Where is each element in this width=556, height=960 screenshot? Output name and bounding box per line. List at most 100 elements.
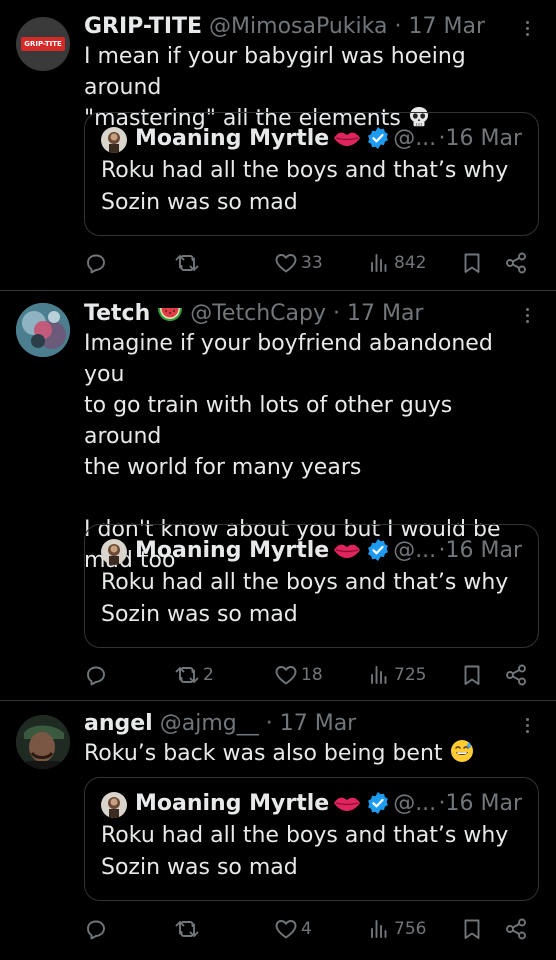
repost-button[interactable]: 2 (174, 660, 214, 690)
reply-button[interactable] (84, 660, 111, 690)
tweet-date[interactable]: 17 Mar (280, 711, 357, 736)
quoted-date-text: 16 Mar (445, 126, 523, 151)
tweet-header: Tetch @TetchCapy · 17 Mar (84, 300, 516, 328)
author-handle[interactable]: @ajmg__ (160, 711, 259, 736)
share-button[interactable] (504, 914, 528, 944)
verified-badge-icon (368, 127, 389, 149)
quoted-date: ·16 Mar (439, 535, 523, 567)
heart-icon (275, 254, 297, 273)
quoted-tweet[interactable]: Moaning Myrtle @... ·16 Mar Roku had all … (84, 777, 539, 901)
share-button[interactable] (504, 248, 528, 278)
avatar-tetch[interactable] (16, 303, 70, 357)
quoted-avatar[interactable] (101, 127, 127, 153)
bookmark-button[interactable] (460, 660, 484, 690)
quoted-handle: @... (393, 126, 437, 151)
author-name[interactable]: GRIP-TITE (84, 14, 202, 39)
views-count: 725 (394, 665, 427, 685)
lips-emoji (334, 544, 361, 558)
tweet-date[interactable]: 17 Mar (347, 301, 424, 326)
tweet-text-content: Roku’s back was also being bent (84, 741, 443, 766)
author-handle[interactable]: @TetchCapy (190, 301, 326, 326)
tweet-2[interactable]: Tetch @TetchCapy · 17 Mar Imagine if you… (0, 291, 556, 700)
reply-button[interactable] (84, 248, 111, 278)
quoted-tweet[interactable]: Moaning Myrtle @... ·16 Mar Roku had all … (84, 524, 539, 648)
quoted-tweet[interactable]: Moaning Myrtle @... ·16 Mar Roku had all … (84, 112, 539, 236)
views-icon (371, 666, 387, 684)
lips-emoji (334, 132, 361, 146)
separator-dot: · (265, 711, 273, 736)
quoted-avatar[interactable] (101, 792, 127, 818)
separator-dot: · (438, 791, 446, 816)
verified-badge-icon (368, 792, 389, 814)
verified-badge-icon (368, 539, 389, 561)
more-options-icon[interactable] (520, 18, 534, 40)
quoted-header: Moaning Myrtle @... ·16 Mar (135, 788, 524, 820)
quoted-author-name: Moaning Myrtle (135, 791, 330, 816)
more-options-icon[interactable] (520, 715, 534, 737)
share-button[interactable] (504, 660, 528, 690)
tweet-actions: 4 756 (84, 914, 534, 944)
bookmark-button[interactable] (460, 914, 484, 944)
tweet-3[interactable]: angel @ajmg__ · 17 Mar Roku’s back was a… (0, 701, 556, 960)
like-button[interactable]: 18 (274, 660, 323, 690)
like-count: 4 (301, 919, 312, 939)
separator-dot: · (394, 14, 402, 39)
tweet-text: Roku’s back was also being bent (84, 738, 536, 769)
bookmark-button[interactable] (460, 248, 484, 278)
views-button[interactable]: 756 (367, 914, 426, 944)
quoted-handle: @... (393, 538, 437, 563)
bookmark-icon (464, 253, 480, 273)
author-name[interactable]: angel (84, 711, 153, 736)
separator-dot: · (438, 538, 446, 563)
bookmark-icon (464, 919, 480, 939)
share-icon (506, 918, 526, 940)
author-handle[interactable]: @MimosaPukika (209, 14, 387, 39)
reply-icon (87, 920, 105, 940)
share-icon (506, 664, 526, 686)
quoted-author-name: Moaning Myrtle (135, 126, 330, 151)
tweet-actions: 33 842 (84, 248, 534, 278)
quoted-avatar[interactable] (101, 539, 127, 565)
quoted-text: Roku had all the boys and that’s why Soz… (101, 158, 509, 215)
quoted-text: Roku had all the boys and that’s why Soz… (101, 570, 509, 627)
watermelon-emoji (158, 308, 183, 321)
separator-dot: · (332, 301, 340, 326)
grinning-sweat-emoji (450, 740, 473, 762)
tweet-1[interactable]: GRIP-TITE GRIP-TITE @MimosaPukika · 17 M… (0, 0, 556, 290)
tweet-header: angel @ajmg__ · 17 Mar (84, 710, 516, 738)
heart-icon (275, 666, 297, 685)
views-icon (371, 920, 387, 938)
views-icon (371, 254, 387, 272)
repost-icon (175, 921, 199, 937)
tweet-header: GRIP-TITE @MimosaPukika · 17 Mar (84, 13, 516, 41)
repost-icon (175, 667, 199, 683)
quoted-handle: @... (393, 791, 437, 816)
like-button[interactable]: 4 (274, 914, 312, 944)
tweet-date[interactable]: 17 Mar (409, 14, 486, 39)
avatar-angel[interactable] (16, 715, 70, 769)
reply-icon (87, 254, 105, 274)
quoted-date: ·16 Mar (439, 123, 523, 155)
separator-dot: · (438, 126, 446, 151)
quoted-header: Moaning Myrtle @... ·16 Mar (135, 123, 524, 155)
quoted-date: ·16 Mar (439, 788, 523, 820)
author-name[interactable]: Tetch (84, 301, 150, 326)
heart-icon (275, 920, 297, 939)
bookmark-icon (464, 665, 480, 685)
views-count: 842 (394, 253, 427, 273)
reply-button[interactable] (84, 914, 111, 944)
avatar-griptite[interactable]: GRIP-TITE (16, 17, 70, 71)
more-options-icon[interactable] (520, 305, 534, 327)
like-button[interactable]: 33 (274, 248, 323, 278)
repost-button[interactable] (174, 914, 203, 944)
tweet-actions: 2 18 725 (84, 660, 534, 690)
views-count: 756 (394, 919, 427, 939)
avatar-logo-text: GRIP-TITE (24, 40, 62, 48)
repost-button[interactable] (174, 248, 203, 278)
quoted-date-text: 16 Mar (445, 791, 523, 816)
quoted-text: Roku had all the boys and that’s why Soz… (101, 823, 509, 880)
quoted-author-name: Moaning Myrtle (135, 538, 330, 563)
views-button[interactable]: 725 (367, 660, 426, 690)
reply-icon (87, 666, 105, 686)
views-button[interactable]: 842 (367, 248, 426, 278)
